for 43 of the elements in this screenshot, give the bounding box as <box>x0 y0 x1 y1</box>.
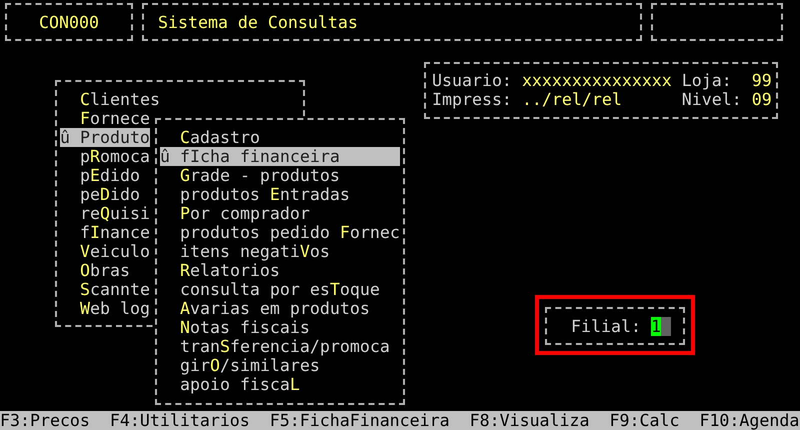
menu-item[interactable]: apoio fiscaL <box>160 375 400 394</box>
menu-item[interactable]: peDido <box>60 185 140 204</box>
function-key[interactable]: F9:Calc <box>610 411 680 430</box>
level-label: Nivel: <box>682 90 742 109</box>
level-value: 09 <box>752 90 772 109</box>
menu-item[interactable]: Notas fiscais <box>160 318 400 337</box>
menu-item[interactable]: pRomoca <box>60 147 150 166</box>
menu-item[interactable]: girO/similares <box>160 356 400 375</box>
menu-item[interactable]: produtos pedido Fornec <box>160 223 400 242</box>
store-value: 99 <box>752 71 772 90</box>
menu-item[interactable]: tranSferencia/promoca <box>160 337 400 356</box>
menu-item[interactable]: Fornece <box>60 109 150 128</box>
menu-item[interactable]: Relatorios <box>160 261 400 280</box>
menu-item[interactable]: Por comprador <box>160 204 400 223</box>
menu-item[interactable]: Veiculo <box>60 242 150 261</box>
program-code: CON000 <box>39 12 99 32</box>
menu-item[interactable]: pEdido <box>60 166 140 185</box>
function-key[interactable]: F3:Precos <box>0 411 90 430</box>
menu-item[interactable]: Scannte <box>60 280 150 299</box>
menu-item[interactable]: consulta por esToque <box>160 280 400 299</box>
menu-item[interactable]: Avarias em produtos <box>160 299 400 318</box>
menu-item[interactable]: Obras <box>60 261 130 280</box>
menu-item[interactable]: G rade - produtos <box>160 166 400 185</box>
menu-item[interactable]: reQuisi <box>60 204 150 223</box>
function-key[interactable]: F4:Utilitarios <box>110 411 250 430</box>
menu-item[interactable]: fInance <box>60 223 150 242</box>
window-title: Sistema de Consultas <box>158 12 358 32</box>
function-key[interactable]: F10:Agenda <box>699 411 800 430</box>
branch-label: Filial: <box>571 316 641 336</box>
user-label: Usuario: <box>432 71 512 90</box>
menu-item[interactable]: û fIcha financeira <box>160 147 400 166</box>
printer-value: ../rel/rel <box>522 90 623 109</box>
menu-item[interactable]: itens negatiVos <box>160 242 400 261</box>
menu-item[interactable]: Clientes <box>60 90 160 109</box>
function-key[interactable]: F5:FichaFinanceira <box>270 411 450 430</box>
menu-item[interactable]: Web log <box>60 299 150 318</box>
menu-item[interactable]: produtos Entradas <box>160 185 400 204</box>
store-label: Loja: <box>682 71 733 90</box>
user-value: xxxxxxxxxxxxxxx <box>522 71 672 90</box>
menu-item[interactable]: Cadastro <box>160 128 400 147</box>
printer-label: Impress: <box>432 90 512 109</box>
menu-item[interactable]: û P roduto <box>60 128 150 147</box>
function-key[interactable]: F8:Visualiza <box>470 411 590 430</box>
